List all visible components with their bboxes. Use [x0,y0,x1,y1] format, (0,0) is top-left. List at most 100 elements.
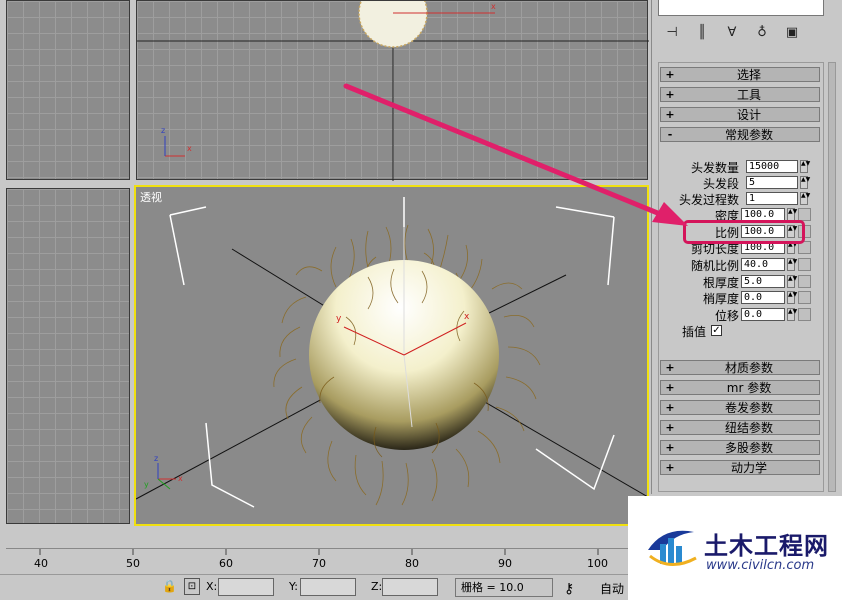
pin-stack-icon[interactable]: ⊣ [662,23,682,41]
displacement-input[interactable]: 0.0 [741,308,785,321]
watermark-url: www.civilcn.com [706,558,815,573]
z-coordinate-field[interactable] [382,578,438,596]
panel-scrollbar[interactable] [828,62,836,492]
remove-modifier-icon[interactable]: ♁ [752,23,772,41]
hair-segments-spinner[interactable]: ▲▼ [800,176,810,189]
svg-text:z: z [154,454,158,463]
param-interpolate: 插值 [652,324,706,339]
grid-size-display: 栅格 = 10.0 [455,578,553,597]
viewport-left[interactable] [6,188,130,524]
tick-label: 60 [219,557,233,570]
rollout-sign: - [667,128,673,141]
hair-passes-spinner[interactable]: ▲▼ [800,192,810,205]
rollout-frizz-parameters[interactable]: + 卷发参数 [660,400,820,415]
rollout-sign: + [665,68,675,81]
root-thick-spinner[interactable]: ▲▼ [787,275,797,288]
rollout-kink-parameters[interactable]: + 纽结参数 [660,420,820,435]
hair-count-input[interactable]: 15000 [746,160,798,173]
hair-segments-input[interactable]: 5 [746,176,798,189]
rand-scale-spinner[interactable]: ▲▼ [787,258,797,271]
rand-scale-map-button[interactable] [798,258,811,271]
tip-thick-input[interactable]: 0.0 [741,291,785,304]
configure-sets-icon[interactable]: ▣ [782,23,802,41]
rollout-general-parameters[interactable]: - 常规参数 [660,127,820,142]
y-coordinate-field[interactable] [300,578,356,596]
param-label: 随机比例 [690,258,739,273]
tick-label: 80 [405,557,419,570]
scale-highlight-box [683,220,805,244]
time-ruler[interactable]: 40 50 60 70 80 90 100 [6,548,636,572]
tick-label: 40 [34,557,48,570]
param-rand-scale: 随机比例 [652,258,739,273]
interpolate-checkbox[interactable]: ✓ [711,325,722,336]
x-coordinate-field[interactable] [218,578,274,596]
tick-label: 100 [587,557,608,570]
front-view-drawing: x x z [137,1,649,181]
rollout-material-parameters[interactable]: + 材质参数 [660,360,820,375]
param-label: 根厚度 [702,275,739,290]
hair-passes-input[interactable]: 1 [746,192,798,205]
rollout-multi-strand-parameters[interactable]: + 多股参数 [660,440,820,455]
param-displacement: 位移 [652,308,739,323]
absolute-mode-icon[interactable]: ⊡ [184,578,200,595]
root-thick-map-button[interactable] [798,275,811,288]
watermark: 土木工程网 www.civilcn.com [628,496,842,600]
rollout-sign: + [665,441,675,454]
rollout-title: 卷发参数 [724,401,773,415]
tip-thick-spinner[interactable]: ▲▼ [787,291,797,304]
civilcn-logo-icon [648,530,697,566]
make-unique-icon[interactable]: ∀ [722,23,742,41]
rollout-sign: + [665,461,675,474]
rollout-sign: + [665,361,675,374]
viewport-top-left[interactable] [6,0,130,180]
viewport-perspective[interactable]: 透视 y x x z y [134,185,649,526]
y-label: Y: [289,580,298,593]
rollout-title: 选择 [736,68,761,82]
param-label: 位移 [714,308,739,323]
tip-thick-map-button[interactable] [798,291,811,304]
rollout-title: 常规参数 [724,128,773,142]
name-field[interactable] [658,0,824,16]
rollout-mr-parameters[interactable]: + mr 参数 [660,380,820,395]
svg-text:y: y [144,480,149,489]
rollout-sign: + [665,381,675,394]
rand-scale-input[interactable]: 40.0 [741,258,785,271]
tick-label: 70 [312,557,326,570]
tick-label: 50 [126,557,140,570]
rollout-title: 动力学 [730,461,767,475]
param-hair-passes: 头发过程数 [652,192,739,207]
auto-key-button[interactable]: 自动 [600,580,624,597]
viewport-front[interactable]: x x z [136,0,649,181]
rollout-title: 工具 [736,88,761,102]
modifier-stack-toolbar: ⊣ ║ ∀ ♁ ▣ [658,20,834,44]
param-root-thick: 根厚度 [652,275,739,290]
param-hair-segments: 头发段 [652,176,739,191]
param-label: 头发段 [702,176,739,191]
rollout-title: 设计 [736,108,761,122]
key-icon[interactable]: ⚷ [564,581,574,597]
rollout-sign: + [665,421,675,434]
svg-text:x: x [178,474,183,483]
rollout-tools[interactable]: + 工具 [660,87,820,102]
svg-text:x: x [491,2,496,11]
rollout-styling[interactable]: + 设计 [660,107,820,122]
rollout-sign: + [665,401,675,414]
displacement-map-button[interactable] [798,308,811,321]
show-end-result-icon[interactable]: ║ [692,23,712,41]
watermark-title: 土木工程网 [704,532,829,560]
hair-count-spinner[interactable]: ▲▼ [800,160,810,173]
svg-text:y: y [336,314,342,324]
displacement-spinner[interactable]: ▲▼ [787,308,797,321]
param-tip-thick: 梢厚度 [652,291,739,306]
interpolate-label: 插值 [681,324,706,339]
rollout-title: 纽结参数 [724,421,773,435]
rollout-selection[interactable]: + 选择 [660,67,820,82]
lock-icon[interactable]: 🔒 [162,579,177,593]
z-label: Z: [371,580,383,593]
viewport-label[interactable]: 透视 [140,189,162,205]
param-hair-count: 头发数量 [652,160,739,175]
param-label: 梢厚度 [702,291,739,306]
rollout-dynamics[interactable]: + 动力学 [660,460,820,475]
svg-text:x: x [187,144,192,153]
root-thick-input[interactable]: 5.0 [741,275,785,288]
